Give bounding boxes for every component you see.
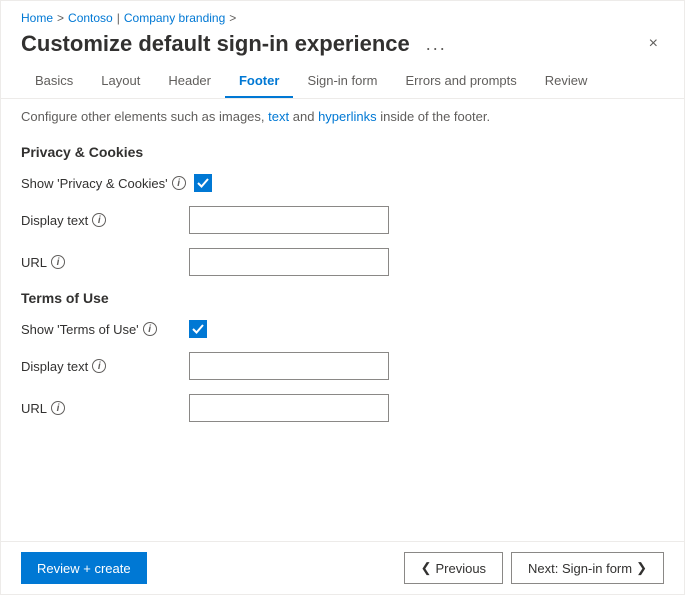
terms-show-checkbox-wrapper (189, 320, 207, 338)
chevron-left-icon: ❮ (421, 560, 432, 576)
terms-url-row: URL i (21, 394, 664, 422)
privacy-display-text-label: Display text i (21, 213, 181, 228)
breadcrumb-sep2: | (117, 11, 120, 25)
terms-url-label: URL i (21, 401, 181, 416)
privacy-url-label: URL i (21, 255, 181, 270)
breadcrumb-company-branding[interactable]: Company branding (124, 11, 225, 25)
info-and: and (293, 109, 315, 124)
close-button[interactable]: × (643, 33, 664, 55)
terms-show-label: Show 'Terms of Use' i (21, 322, 181, 337)
footer-nav-buttons: ❮ Previous Next: Sign-in form ❯ (404, 552, 664, 584)
privacy-show-label: Show 'Privacy & Cookies' i (21, 176, 186, 191)
tab-errors-prompts[interactable]: Errors and prompts (392, 65, 531, 98)
info-link-hyperlinks[interactable]: hyperlinks (318, 109, 377, 124)
terms-show-info-icon[interactable]: i (143, 322, 157, 336)
main-content: Privacy & Cookies Show 'Privacy & Cookie… (1, 130, 684, 541)
breadcrumb-home[interactable]: Home (21, 11, 53, 25)
previous-label: Previous (435, 561, 486, 576)
page-title: Customize default sign-in experience (21, 31, 410, 57)
terms-display-text-info-icon[interactable]: i (92, 359, 106, 373)
panel: Home > Contoso | Company branding > Cust… (0, 0, 685, 595)
title-row-left: Customize default sign-in experience ... (21, 31, 453, 57)
next-button[interactable]: Next: Sign-in form ❯ (511, 552, 664, 584)
terms-section-title: Terms of Use (21, 290, 664, 306)
privacy-url-input[interactable] (189, 248, 389, 276)
privacy-url-label-text: URL (21, 255, 47, 270)
footer-bar: Review + create ❮ Previous Next: Sign-in… (1, 541, 684, 594)
review-create-button[interactable]: Review + create (21, 552, 147, 584)
privacy-url-info-icon[interactable]: i (51, 255, 65, 269)
privacy-show-label-text: Show 'Privacy & Cookies' (21, 176, 168, 191)
terms-show-checkbox[interactable] (189, 320, 207, 338)
tabs-bar: Basics Layout Header Footer Sign-in form… (1, 65, 684, 99)
info-prefix: Configure other elements such as images, (21, 109, 265, 124)
terms-display-text-input[interactable] (189, 352, 389, 380)
chevron-right-icon: ❯ (636, 560, 647, 576)
privacy-show-info-icon[interactable]: i (172, 176, 186, 190)
privacy-show-row: Show 'Privacy & Cookies' i (21, 174, 664, 192)
terms-show-row: Show 'Terms of Use' i (21, 320, 664, 338)
privacy-section-title: Privacy & Cookies (21, 144, 664, 160)
terms-url-info-icon[interactable]: i (51, 401, 65, 415)
privacy-show-checkbox-wrapper (194, 174, 212, 192)
ellipsis-button[interactable]: ... (420, 32, 453, 57)
tab-review[interactable]: Review (531, 65, 602, 98)
breadcrumb-contoso[interactable]: Contoso (68, 11, 113, 25)
terms-show-label-text: Show 'Terms of Use' (21, 322, 139, 337)
info-suffix-text: inside of the footer. (380, 109, 490, 124)
terms-url-input[interactable] (189, 394, 389, 422)
privacy-show-checkbox[interactable] (194, 174, 212, 192)
title-row: Customize default sign-in experience ...… (1, 29, 684, 65)
next-label: Next: Sign-in form (528, 561, 632, 576)
privacy-display-text-info-icon[interactable]: i (92, 213, 106, 227)
tab-signin-form[interactable]: Sign-in form (293, 65, 391, 98)
tab-basics[interactable]: Basics (21, 65, 87, 98)
info-bar: Configure other elements such as images,… (1, 99, 684, 130)
privacy-display-text-input[interactable] (189, 206, 389, 234)
privacy-url-row: URL i (21, 248, 664, 276)
tab-header[interactable]: Header (154, 65, 225, 98)
breadcrumb-sep1: > (57, 11, 64, 25)
tab-layout[interactable]: Layout (87, 65, 154, 98)
terms-display-text-label-text: Display text (21, 359, 88, 374)
terms-display-text-row: Display text i (21, 352, 664, 380)
breadcrumb-sep3: > (229, 11, 236, 25)
privacy-display-text-row: Display text i (21, 206, 664, 234)
privacy-display-text-label-text: Display text (21, 213, 88, 228)
info-link-text[interactable]: text (268, 109, 289, 124)
tab-footer[interactable]: Footer (225, 65, 293, 98)
previous-button[interactable]: ❮ Previous (404, 552, 503, 584)
breadcrumb: Home > Contoso | Company branding > (1, 1, 684, 29)
terms-url-label-text: URL (21, 401, 47, 416)
terms-display-text-label: Display text i (21, 359, 181, 374)
